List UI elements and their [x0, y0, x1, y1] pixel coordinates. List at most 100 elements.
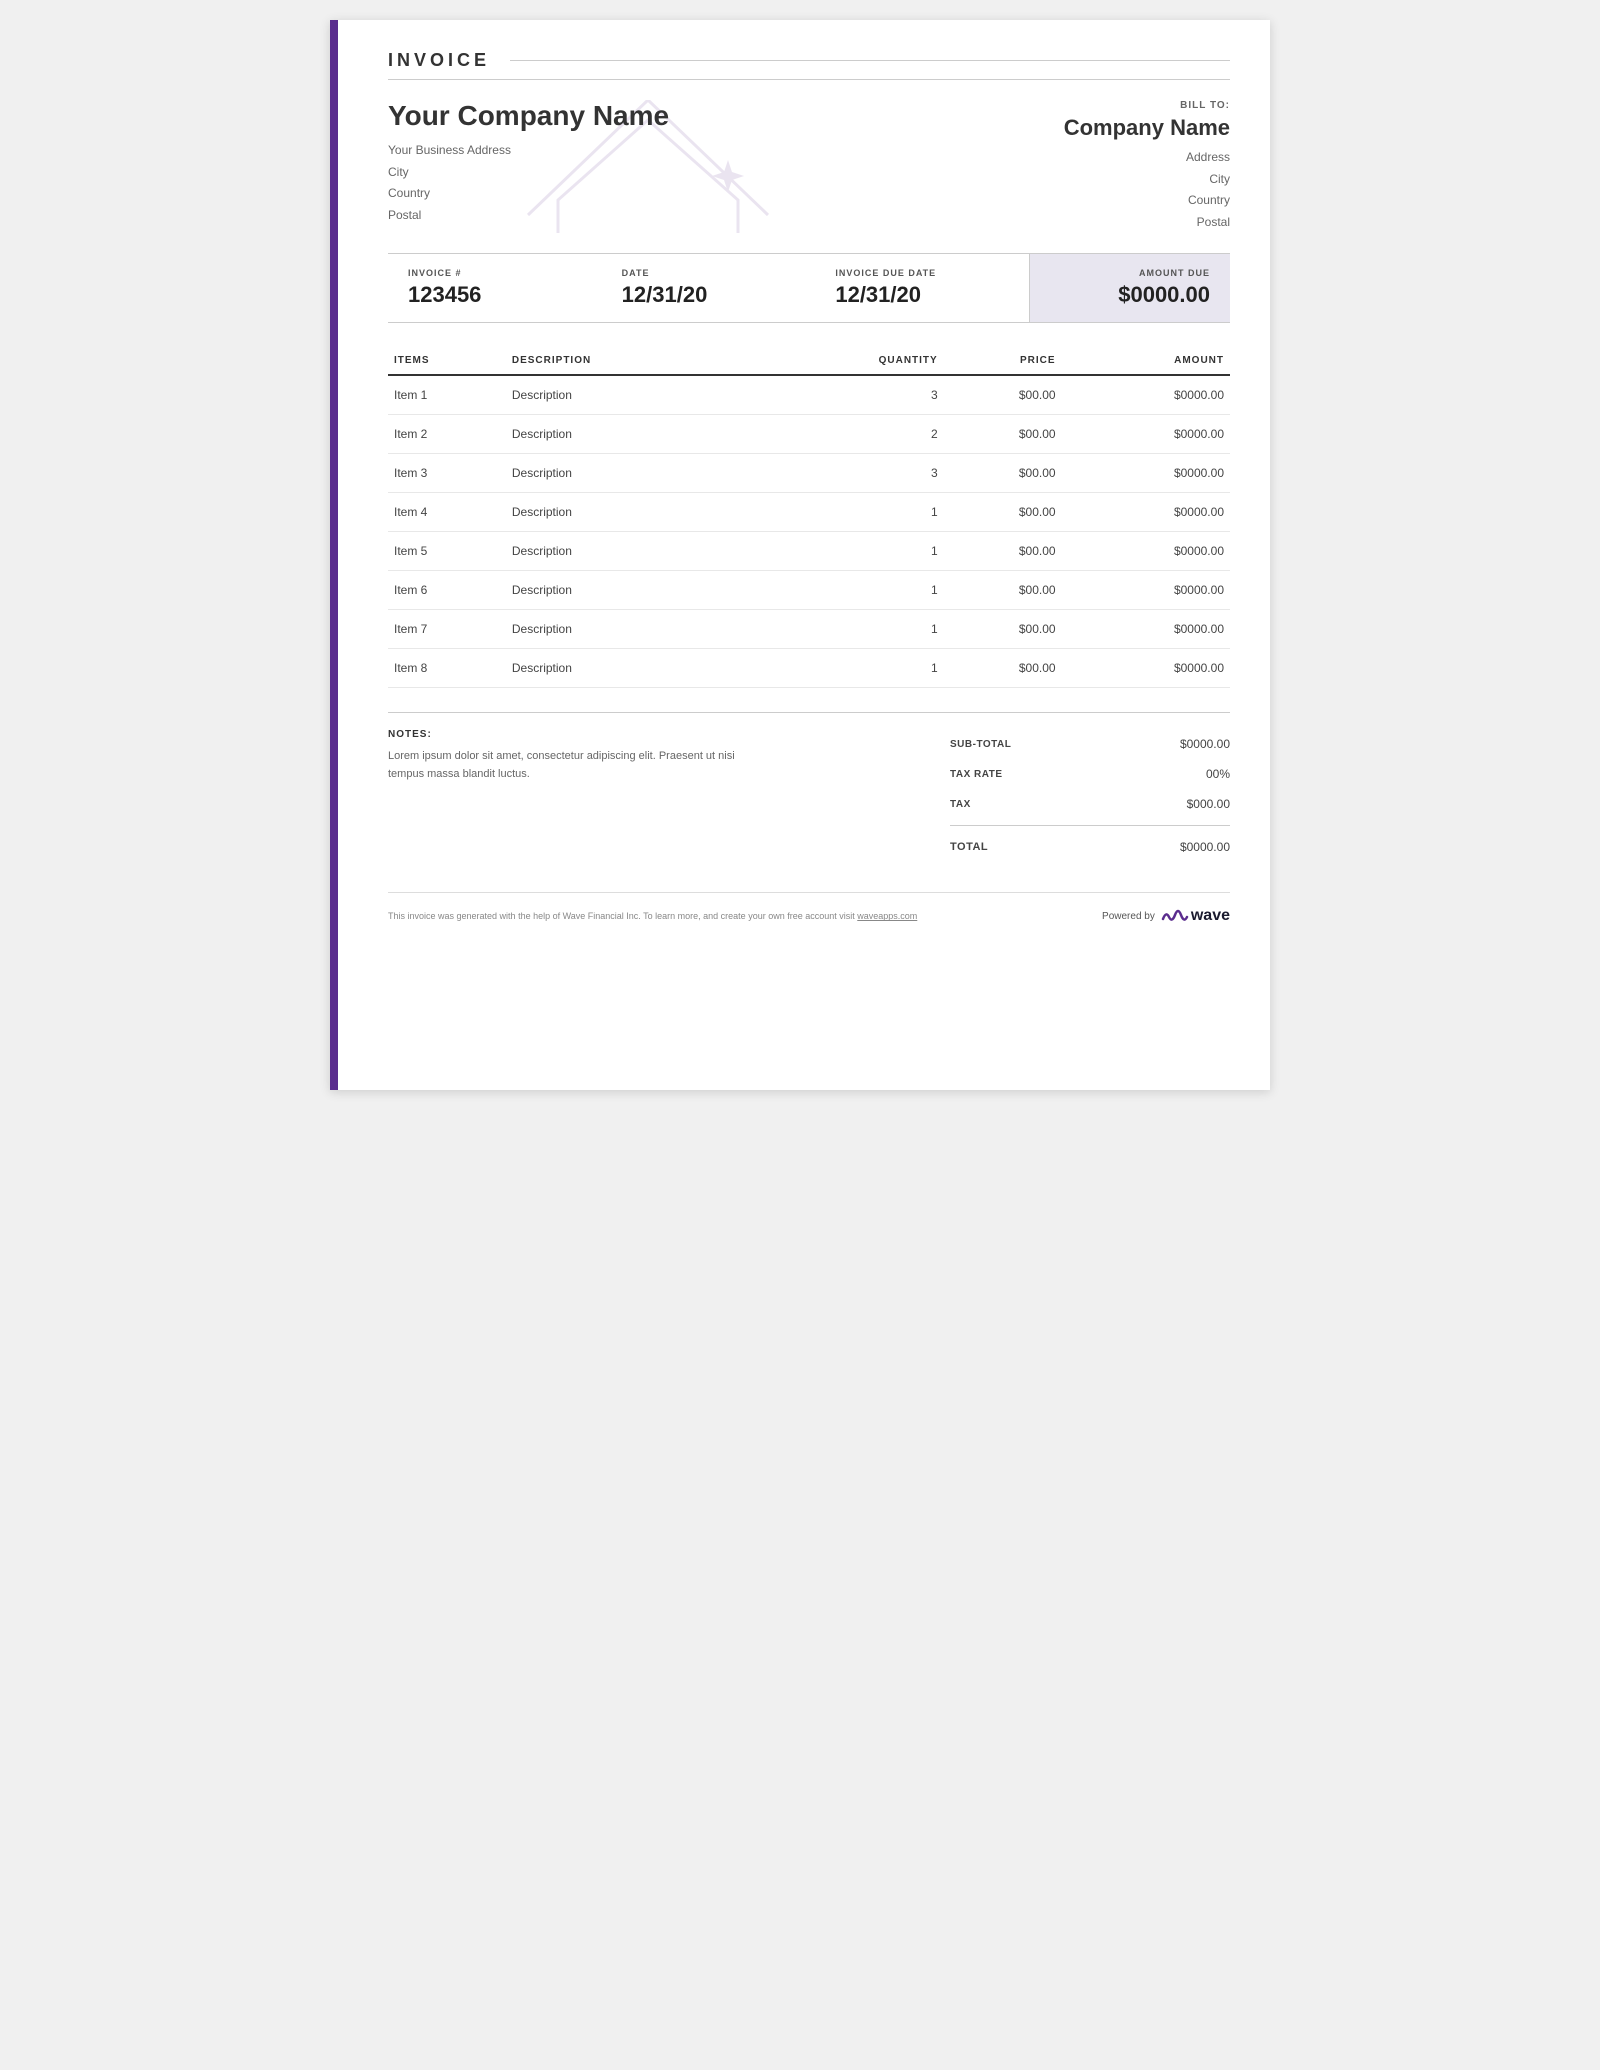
footer-section: NOTES: Lorem ipsum dolor sit amet, conse…: [388, 712, 1230, 862]
row-item-8: Item 8: [388, 649, 506, 688]
bill-to-label: BILL TO:: [1064, 100, 1230, 111]
row-desc-1: Description: [506, 375, 843, 415]
table-row: Item 1 Description 3 $00.00 $0000.00: [388, 375, 1230, 415]
total-label: TOTAL: [950, 841, 988, 853]
company-city: City: [388, 162, 1064, 184]
subtotal-value: $0000.00: [1180, 737, 1230, 751]
row-amount-4: $0000.00: [1062, 493, 1230, 532]
row-price-3: $00.00: [944, 454, 1062, 493]
row-desc-2: Description: [506, 415, 843, 454]
row-price-5: $00.00: [944, 532, 1062, 571]
table-row: Item 5 Description 1 $00.00 $0000.00: [388, 532, 1230, 571]
amount-due-value: $0000.00: [1050, 282, 1210, 308]
subtotal-row: SUB-TOTAL $0000.00: [950, 729, 1230, 759]
table-row: Item 4 Description 1 $00.00 $0000.00: [388, 493, 1230, 532]
table-row: Item 8 Description 1 $00.00 $0000.00: [388, 649, 1230, 688]
row-qty-5: 1: [843, 532, 944, 571]
bill-to-city: City: [1064, 169, 1230, 191]
tax-rate-value: 00%: [1206, 767, 1230, 781]
bill-to-company-name: Company Name: [1064, 115, 1230, 141]
row-amount-8: $0000.00: [1062, 649, 1230, 688]
row-desc-6: Description: [506, 571, 843, 610]
row-amount-1: $0000.00: [1062, 375, 1230, 415]
company-info: Your Company Name Your Business Address …: [388, 100, 1064, 226]
notes-section: NOTES: Lorem ipsum dolor sit amet, conse…: [388, 729, 910, 862]
invoice-date-block: DATE 12/31/20: [602, 254, 816, 322]
table-row: Item 3 Description 3 $00.00 $0000.00: [388, 454, 1230, 493]
powered-by: Powered by wave: [1102, 907, 1230, 925]
row-item-6: Item 6: [388, 571, 506, 610]
notes-text: Lorem ipsum dolor sit amet, consectetur …: [388, 748, 768, 783]
row-qty-8: 1: [843, 649, 944, 688]
tax-row: TAX $000.00: [950, 789, 1230, 819]
row-price-7: $00.00: [944, 610, 1062, 649]
row-qty-1: 3: [843, 375, 944, 415]
powered-by-text: Powered by: [1102, 911, 1155, 922]
company-address: Your Business Address: [388, 140, 1064, 162]
footer-text: This invoice was generated with the help…: [388, 911, 1102, 921]
row-qty-7: 1: [843, 610, 944, 649]
row-item-2: Item 2: [388, 415, 506, 454]
due-date-value: 12/31/20: [835, 282, 1009, 308]
row-desc-5: Description: [506, 532, 843, 571]
row-amount-5: $0000.00: [1062, 532, 1230, 571]
row-desc-4: Description: [506, 493, 843, 532]
invoice-number-block: INVOICE # 123456: [388, 254, 602, 322]
col-header-quantity: QUANTITY: [843, 347, 944, 375]
subtotal-label: SUB-TOTAL: [950, 739, 1011, 750]
date-label: DATE: [622, 268, 796, 278]
bill-to-postal: Postal: [1064, 212, 1230, 234]
col-header-items: ITEMS: [388, 347, 506, 375]
invoice-meta: INVOICE # 123456 DATE 12/31/20 INVOICE D…: [388, 253, 1230, 323]
table-row: Item 2 Description 2 $00.00 $0000.00: [388, 415, 1230, 454]
invoice-title: INVOICE: [388, 50, 490, 71]
header-divider: [510, 60, 1230, 61]
tax-value: $000.00: [1187, 797, 1230, 811]
total-row: TOTAL $0000.00: [950, 832, 1230, 862]
row-item-4: Item 4: [388, 493, 506, 532]
waveapps-link[interactable]: waveapps.com: [857, 911, 917, 921]
wave-logo: wave: [1161, 907, 1230, 925]
table-header-row: ITEMS DESCRIPTION QUANTITY PRICE AMOUNT: [388, 347, 1230, 375]
invoice-header: INVOICE: [388, 50, 1230, 80]
left-accent-bar: [330, 20, 338, 1090]
row-amount-3: $0000.00: [1062, 454, 1230, 493]
company-country: Country: [388, 183, 1064, 205]
invoice-number-value: 123456: [408, 282, 582, 308]
invoice-page: INVOICE Your Company Name Your Bus: [330, 20, 1270, 1090]
row-desc-8: Description: [506, 649, 843, 688]
row-price-1: $00.00: [944, 375, 1062, 415]
row-price-4: $00.00: [944, 493, 1062, 532]
bill-to-section: BILL TO: Company Name Address City Count…: [1064, 100, 1230, 233]
wave-logo-icon: [1161, 907, 1189, 925]
page-footer: This invoice was generated with the help…: [388, 892, 1230, 925]
row-price-6: $00.00: [944, 571, 1062, 610]
totals-section: SUB-TOTAL $0000.00 TAX RATE 00% TAX $000…: [950, 729, 1230, 862]
totals-divider: [950, 825, 1230, 826]
bill-to-address: Address: [1064, 147, 1230, 169]
due-date-label: INVOICE DUE DATE: [835, 268, 1009, 278]
total-value: $0000.00: [1180, 840, 1230, 854]
row-qty-4: 1: [843, 493, 944, 532]
company-postal: Postal: [388, 205, 1064, 227]
table-row: Item 6 Description 1 $00.00 $0000.00: [388, 571, 1230, 610]
invoice-due-date-block: INVOICE DUE DATE 12/31/20: [815, 254, 1029, 322]
row-desc-7: Description: [506, 610, 843, 649]
notes-label: NOTES:: [388, 729, 910, 740]
row-item-5: Item 5: [388, 532, 506, 571]
row-price-2: $00.00: [944, 415, 1062, 454]
row-qty-2: 2: [843, 415, 944, 454]
row-amount-7: $0000.00: [1062, 610, 1230, 649]
invoice-number-label: INVOICE #: [408, 268, 582, 278]
amount-due-label: AMOUNT DUE: [1050, 268, 1210, 278]
meta-left: INVOICE # 123456 DATE 12/31/20 INVOICE D…: [388, 254, 1030, 322]
row-amount-6: $0000.00: [1062, 571, 1230, 610]
row-amount-2: $0000.00: [1062, 415, 1230, 454]
company-name: Your Company Name: [388, 100, 1064, 132]
row-qty-6: 1: [843, 571, 944, 610]
row-qty-3: 3: [843, 454, 944, 493]
row-desc-3: Description: [506, 454, 843, 493]
tax-rate-label: TAX RATE: [950, 769, 1003, 780]
row-item-1: Item 1: [388, 375, 506, 415]
items-table: ITEMS DESCRIPTION QUANTITY PRICE AMOUNT …: [388, 347, 1230, 688]
